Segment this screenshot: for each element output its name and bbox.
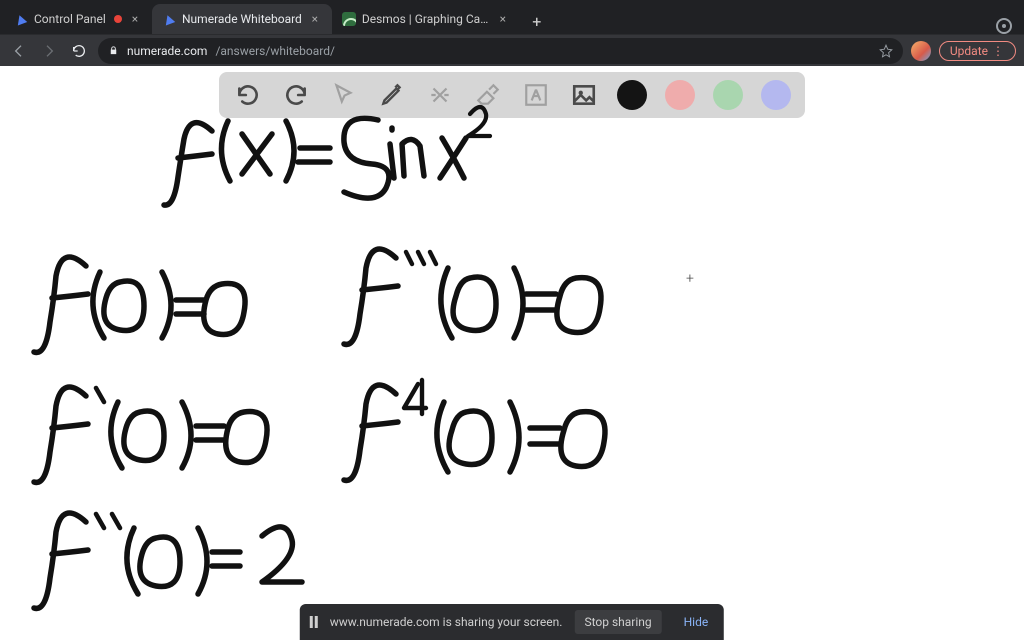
triangle-icon <box>14 12 28 26</box>
tab-control-panel[interactable]: Control Panel × <box>4 4 152 34</box>
triangle-icon <box>162 12 176 26</box>
tab-strip: Control Panel × Numerade Whiteboard × De… <box>0 0 1024 34</box>
share-message: www.numerade.com is sharing your screen. <box>330 615 563 629</box>
bookmark-star-icon[interactable] <box>879 44 893 58</box>
tab-numerade-whiteboard[interactable]: Numerade Whiteboard × <box>152 4 332 34</box>
back-button[interactable] <box>8 40 30 62</box>
tab-title: Desmos | Graphing Calculator <box>362 12 490 26</box>
update-label: Update <box>950 44 988 58</box>
pause-icon <box>310 616 318 628</box>
address-bar[interactable]: numerade.com/answers/whiteboard/ <box>98 38 903 64</box>
address-row: numerade.com/answers/whiteboard/ Update … <box>0 34 1024 66</box>
browser-chrome: Control Panel × Numerade Whiteboard × De… <box>0 0 1024 66</box>
close-tab-button[interactable]: × <box>496 12 510 26</box>
stop-sharing-button[interactable]: Stop sharing <box>574 610 661 634</box>
update-button[interactable]: Update ⋮ <box>939 41 1016 61</box>
handwriting-ink <box>0 66 1024 640</box>
kebab-menu-icon[interactable]: ⋮ <box>992 44 1005 58</box>
screen-share-bar: www.numerade.com is sharing your screen.… <box>300 604 724 640</box>
recording-indicator-icon <box>114 15 122 23</box>
lock-icon <box>108 45 119 56</box>
close-tab-button[interactable]: × <box>128 12 142 26</box>
reload-button[interactable] <box>68 40 90 62</box>
profile-avatar[interactable] <box>911 41 931 61</box>
tab-desmos[interactable]: Desmos | Graphing Calculator × <box>332 4 520 34</box>
desmos-icon <box>342 12 356 26</box>
new-tab-button[interactable]: + <box>524 8 550 34</box>
url-host: numerade.com <box>127 44 207 58</box>
whiteboard-canvas[interactable]: + <box>0 66 1024 640</box>
close-tab-button[interactable]: × <box>308 12 322 26</box>
url-path: /answers/whiteboard/ <box>215 44 335 58</box>
chrome-account-icon[interactable] <box>996 18 1012 34</box>
whiteboard-page: + www.numerade.com is sharing your scree… <box>0 66 1024 640</box>
cursor-crosshair-icon: + <box>686 271 694 287</box>
tab-title: Numerade Whiteboard <box>182 12 302 26</box>
tab-title: Control Panel <box>34 12 108 26</box>
forward-button[interactable] <box>38 40 60 62</box>
hide-share-bar-button[interactable]: Hide <box>674 610 719 634</box>
